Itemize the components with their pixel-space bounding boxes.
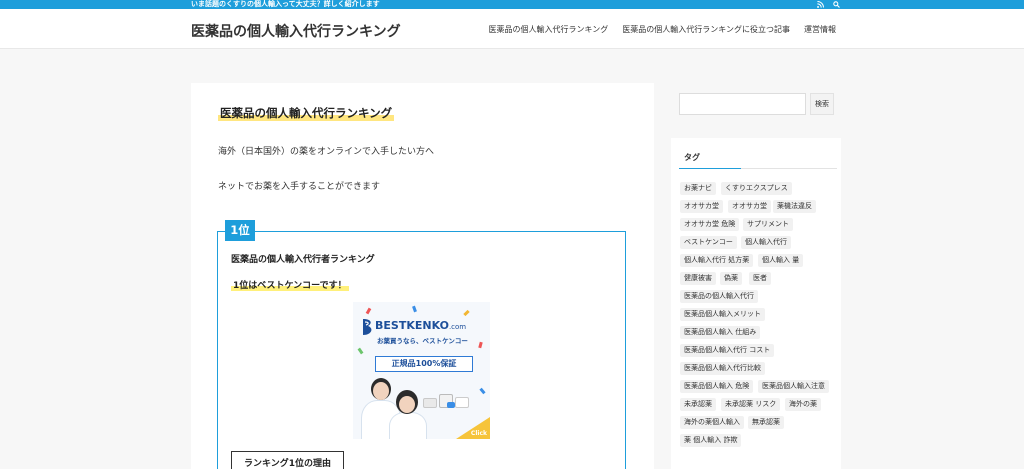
ranking-reason-button[interactable]: ランキング1位の理由 (231, 451, 344, 469)
tag-item[interactable]: 海外の薬個人輸入 (680, 416, 744, 429)
bestkenko-logo-icon (363, 319, 372, 335)
tag-item[interactable]: お薬ナビ (680, 182, 716, 195)
banner-guarantee: 正規品100%保証 (375, 356, 473, 372)
tag-item[interactable]: サプリメント (743, 218, 793, 231)
intro-paragraph-2: ネットでお薬を入手することができます (218, 182, 381, 192)
tag-item[interactable]: 健康被害 (680, 272, 716, 285)
rank-first-label: 1位はベストケンコーです！ (231, 278, 349, 291)
tag-item[interactable]: 薬機法違反 (773, 200, 816, 213)
rss-icon[interactable] (817, 1, 824, 8)
tag-item[interactable]: 医者 (749, 272, 771, 285)
global-nav: 医薬品の個人輸入代行ランキング 医薬品の個人輸入代行ランキングに役立つ記事 運営… (488, 24, 836, 35)
tag-item[interactable]: 個人輸入代行 処方薬 (680, 254, 754, 267)
tags-widget: タグ お薬ナビ くすりエクスプレス オオサカ堂 オオサカ堂 薬機法違反 オオサカ… (671, 138, 841, 469)
nav-item-about[interactable]: 運営情報 (804, 24, 836, 35)
main-content: 医薬品の個人輸入代行ランキング 海外（日本国外）の薬をオンラインで入手したい方へ… (191, 83, 654, 469)
tag-item[interactable]: 医薬品個人輸入代行 コスト (680, 344, 775, 357)
site-header: 医薬品の個人輸入代行ランキング 医薬品の個人輸入代行ランキング 医薬品の個人輸入… (0, 9, 1024, 49)
tag-item[interactable]: 未承認薬 リスク (721, 398, 781, 411)
tag-item[interactable]: 医薬品個人輸入メリット (680, 308, 765, 321)
tag-item[interactable]: オオサカ堂 危険 (680, 218, 740, 231)
tag-item[interactable]: 無承認薬 (748, 416, 784, 429)
banner-tagline: お薬買うなら、ベストケンコー (377, 337, 468, 345)
tag-item[interactable]: 個人輸入代行 (741, 236, 791, 249)
ranking-box: 1位 医薬品の個人輸入代行者ランキング 1位はベストケンコーです！ BESTKE… (217, 220, 626, 469)
tag-item[interactable]: オオサカ堂 (680, 200, 723, 213)
tag-item[interactable]: 個人輸入 量 (758, 254, 804, 267)
tags-title: タグ (684, 153, 700, 162)
ranking-title: 医薬品の個人輸入代行者ランキング (231, 255, 375, 265)
tag-item[interactable]: 薬 個人輸入 詐欺 (680, 434, 742, 447)
tag-item[interactable]: 未承認薬 (680, 398, 716, 411)
tag-item[interactable]: ベストケンコー (680, 236, 737, 249)
tag-item[interactable]: 医薬品個人輸入注意 (758, 380, 829, 393)
tag-item[interactable]: 医薬品個人輸入 仕組み (680, 326, 761, 339)
sidebar-search-button[interactable]: 検索 (810, 93, 834, 115)
tag-item[interactable]: 医薬品個人輸入 危険 (680, 380, 754, 393)
tag-item[interactable]: 海外の薬 (785, 398, 821, 411)
search-icon[interactable] (833, 1, 840, 8)
intro-paragraph-1: 海外（日本国外）の薬をオンラインで入手したい方へ (218, 147, 435, 157)
tag-item[interactable]: 医薬品個人輸入代行比較 (680, 362, 765, 375)
nav-item-articles[interactable]: 医薬品の個人輸入代行ランキングに役立つ記事 (622, 24, 790, 35)
tag-item[interactable]: くすりエクスプレス (721, 182, 792, 195)
top-notice-text: いま話題のくすりの個人輸入って大丈夫？詳しく紹介します (191, 0, 380, 8)
page-title: 医薬品の個人輸入代行ランキング (218, 105, 395, 121)
banner-click-label: Click (470, 430, 487, 437)
bestkenko-banner[interactable]: BESTKENKO.com お薬買うなら、ベストケンコー 正規品100%保証 C… (353, 302, 490, 439)
site-title[interactable]: 医薬品の個人輸入代行ランキング (191, 21, 401, 41)
banner-logo: BESTKENKO.com (375, 319, 467, 332)
tag-item[interactable]: 偽薬 (720, 272, 742, 285)
rank-badge: 1位 (225, 220, 255, 241)
tag-item[interactable]: 医薬品の個人輸入代行 (680, 290, 758, 303)
top-notice-bar: いま話題のくすりの個人輸入って大丈夫？詳しく紹介します (0, 0, 1024, 9)
tag-item[interactable]: オオサカ堂 (728, 200, 771, 213)
sidebar-search-input[interactable] (679, 93, 806, 115)
top-icons (817, 0, 840, 9)
nav-item-ranking[interactable]: 医薬品の個人輸入代行ランキング (488, 24, 608, 35)
